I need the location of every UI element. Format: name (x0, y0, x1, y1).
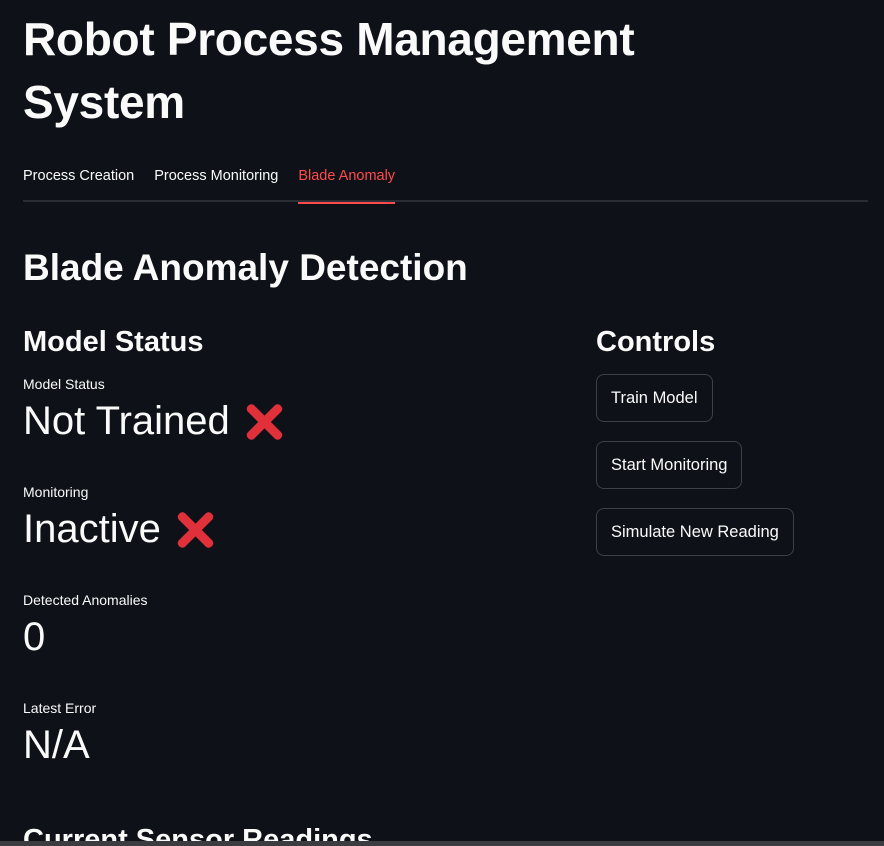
metric-monitoring: Monitoring Inactive (23, 482, 563, 590)
button-row: Simulate New Reading (596, 508, 866, 575)
metric-value-row: Not Trained (23, 396, 563, 446)
cross-mark-icon (171, 505, 219, 553)
tab-process-monitoring[interactable]: Process Monitoring (154, 160, 278, 202)
metric-detected-anomalies: Detected Anomalies 0 (23, 590, 563, 698)
metric-label: Monitoring (23, 484, 89, 500)
tab-blade-anomaly[interactable]: Blade Anomaly (298, 160, 395, 204)
metric-value-row: Inactive (23, 504, 563, 554)
tab-process-creation[interactable]: Process Creation (23, 160, 134, 202)
metric-value: N/A (23, 723, 90, 767)
metric-label: Model Status (23, 376, 105, 392)
button-row: Start Monitoring (596, 441, 866, 508)
simulate-new-reading-button[interactable]: Simulate New Reading (596, 508, 794, 556)
model-status-column: Model Status Model Status Not Trained Mo… (23, 322, 563, 806)
tab-bar: Process Creation Process Monitoring Blad… (23, 160, 868, 204)
controls-heading: Controls (596, 326, 716, 358)
model-status-heading: Model Status (23, 326, 204, 358)
metric-value: Inactive (23, 507, 161, 551)
controls-column: Controls Train Model Start Monitoring Si… (596, 322, 866, 575)
page-title: Blade Anomaly Detection (23, 247, 468, 288)
app-page: Robot Process Management System Process … (0, 0, 884, 846)
app-title: Robot Process Management System (23, 13, 635, 128)
metric-label: Detected Anomalies (23, 592, 148, 608)
metric-model-status: Model Status Not Trained (23, 374, 563, 482)
metric-value: 0 (23, 615, 46, 659)
metric-latest-error: Latest Error N/A (23, 698, 563, 806)
train-model-button[interactable]: Train Model (596, 374, 713, 422)
metric-value: Not Trained (23, 399, 230, 443)
button-row: Train Model (596, 374, 866, 441)
start-monitoring-button[interactable]: Start Monitoring (596, 441, 743, 489)
cross-mark-icon (240, 397, 288, 445)
metric-label: Latest Error (23, 700, 97, 716)
horizontal-scrollbar[interactable] (0, 841, 884, 846)
